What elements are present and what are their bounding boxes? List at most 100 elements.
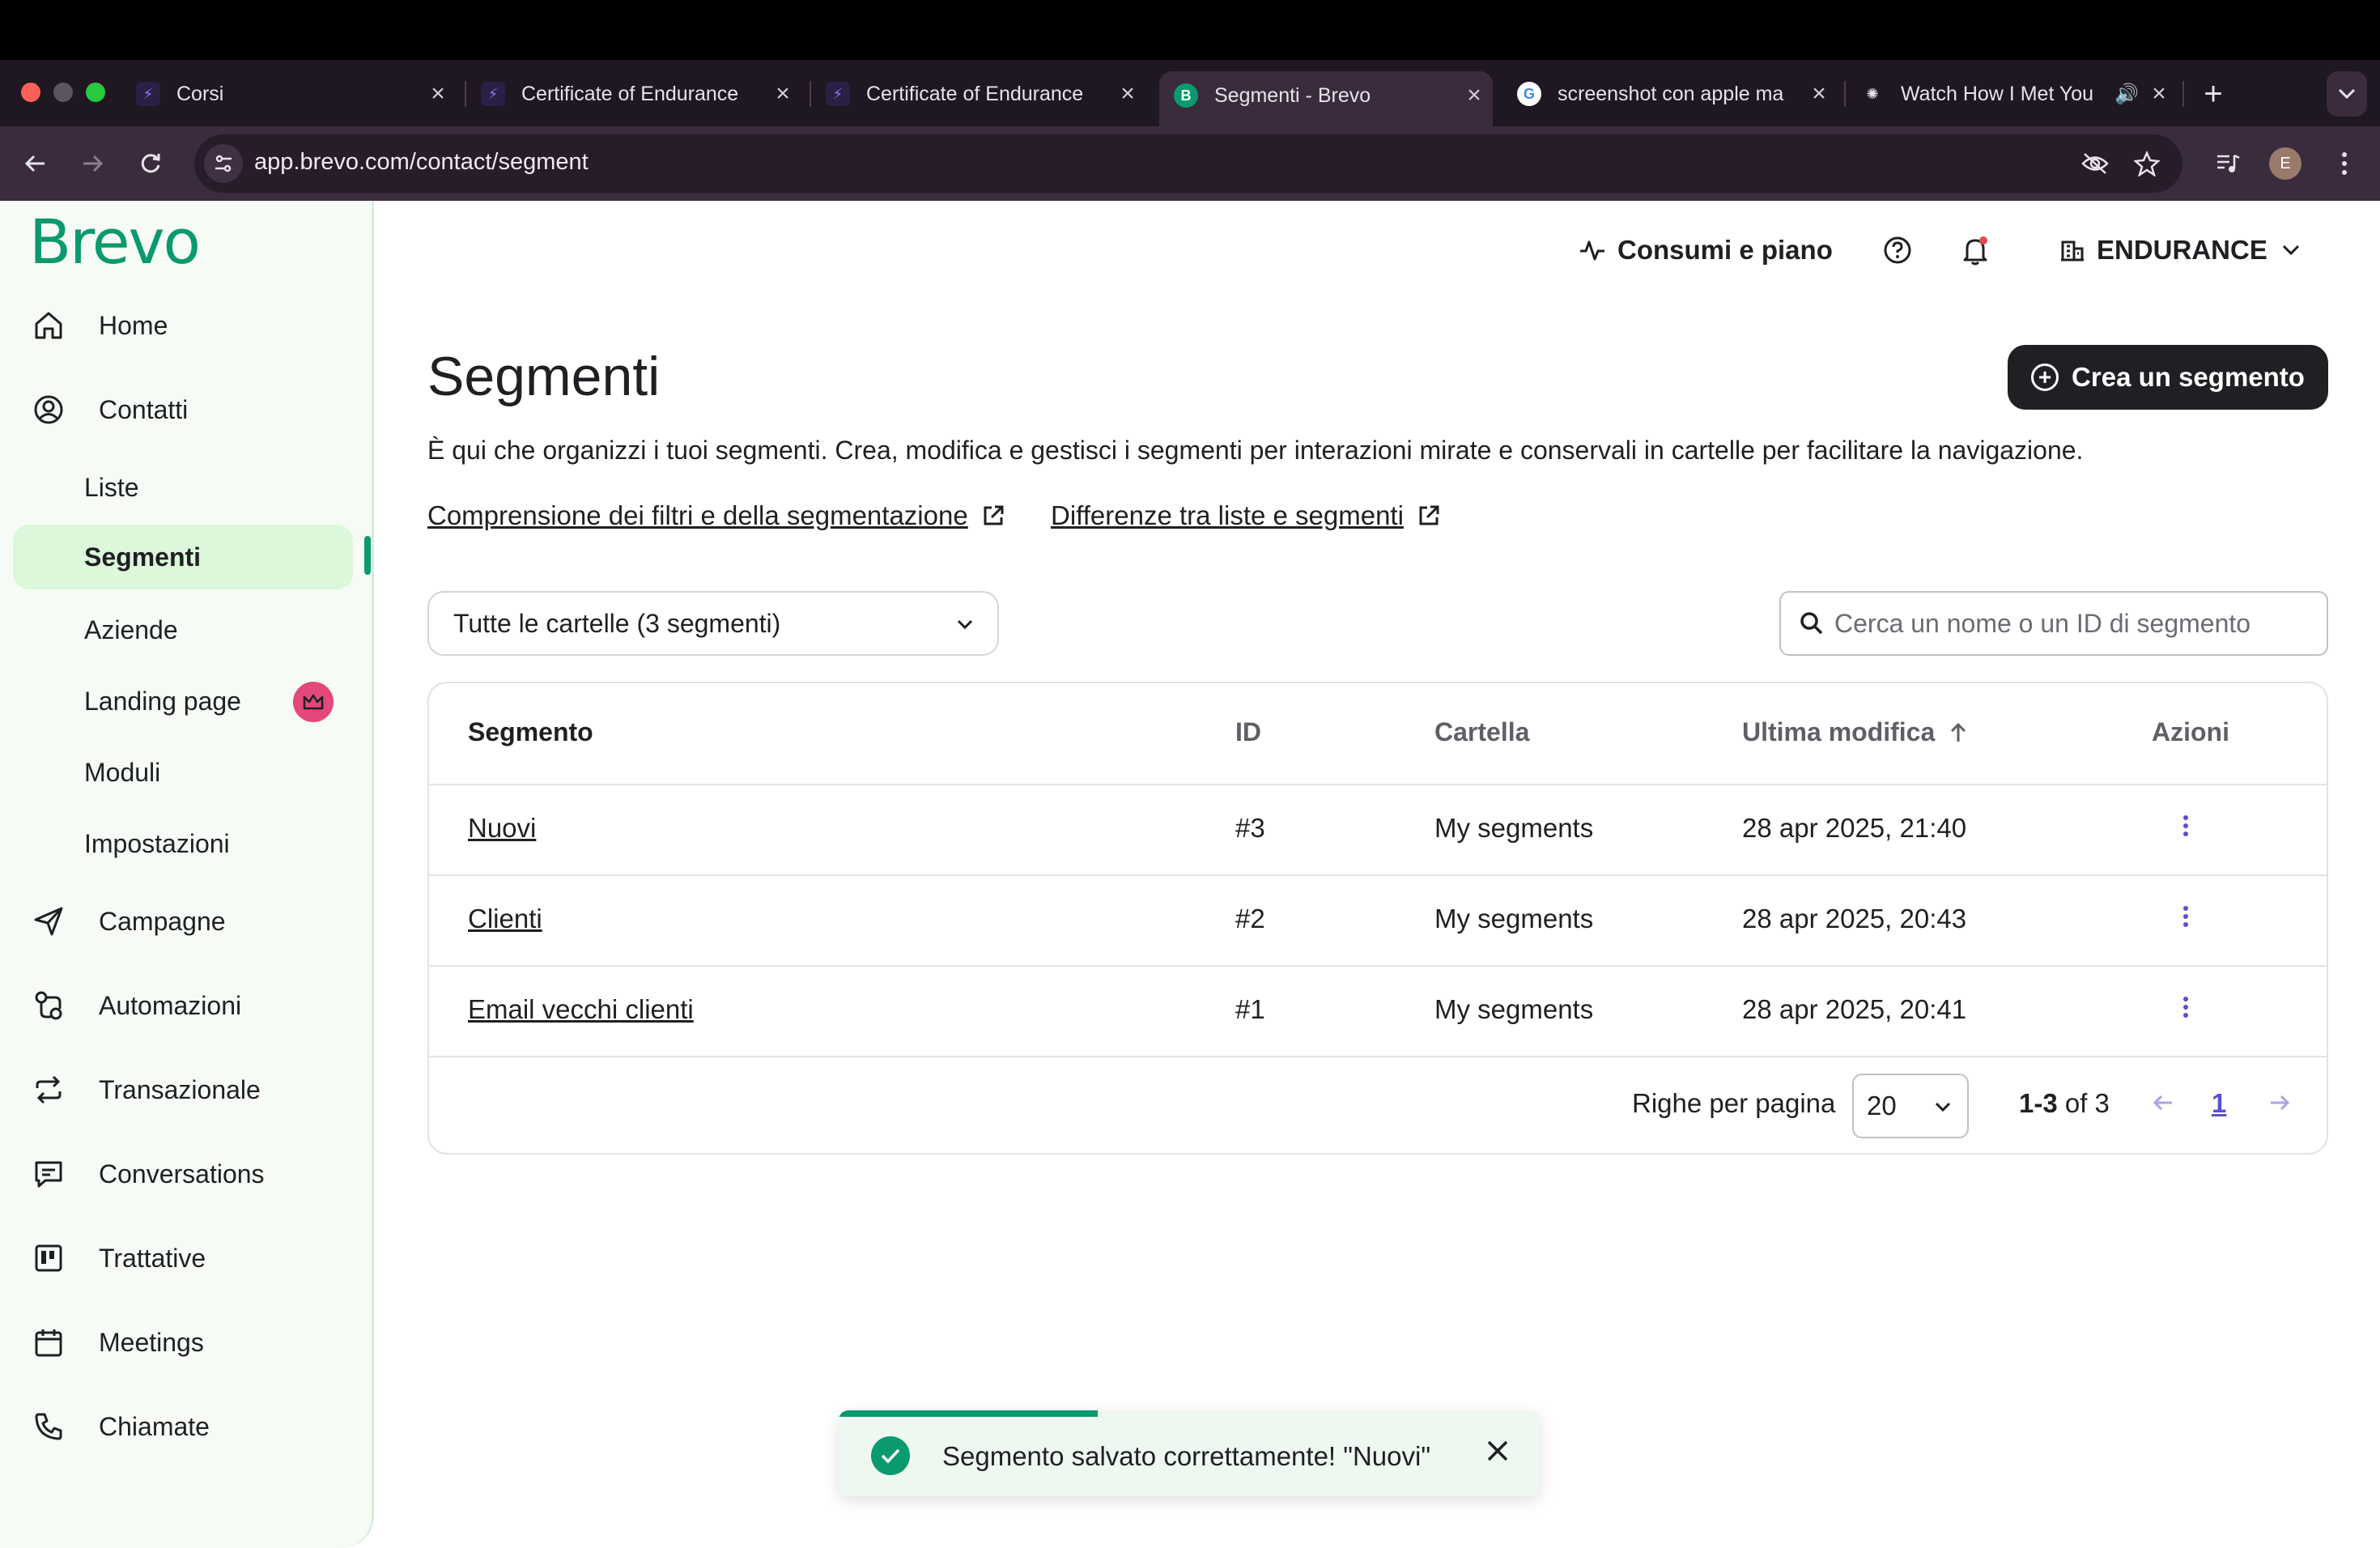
segment-modified: 28 apr 2025, 21:40 xyxy=(1742,813,1967,843)
browser-tab[interactable]: ✺ Watch How I Met You 🔊 × xyxy=(1860,71,2171,117)
sidebar-item-label: Impostazioni xyxy=(84,828,230,858)
segment-name-link[interactable]: Clienti xyxy=(468,904,542,934)
folder-filter-select[interactable]: Tutte le cartelle (3 segmenti) xyxy=(427,591,999,656)
browser-tab[interactable]: ⚡ Certificate of Endurance × xyxy=(826,71,1140,117)
column-header-cartella[interactable]: Cartella xyxy=(1434,717,1529,747)
create-segment-button[interactable]: + Crea un segmento xyxy=(2008,345,2328,410)
sidebar-item-meetings[interactable]: Meetings xyxy=(13,1310,353,1375)
window-minimize-button[interactable] xyxy=(53,83,73,102)
column-header-label: Ultima modifica xyxy=(1742,717,1936,746)
media-controls-icon[interactable] xyxy=(2210,146,2246,181)
sidebar-item-aziende[interactable]: Aziende xyxy=(13,598,353,662)
toast-close-icon[interactable] xyxy=(1478,1431,1517,1470)
tab-close-icon[interactable]: × xyxy=(771,80,795,108)
check-circle-icon xyxy=(871,1436,910,1475)
tab-title: screenshot con apple ma xyxy=(1558,82,1784,105)
new-tab-button[interactable]: + xyxy=(2195,76,2231,112)
chevron-down-icon xyxy=(955,612,975,643)
reload-icon xyxy=(141,154,160,173)
search-icon xyxy=(1797,609,1826,644)
page-number-button[interactable]: 1 xyxy=(2212,1088,2226,1119)
sidebar-item-home[interactable]: Home xyxy=(13,293,353,358)
search-placeholder: Cerca un nome o un ID di segmento xyxy=(1834,608,2251,638)
segments-table: Segmento ID Cartella Ultima modifica Azi… xyxy=(427,682,2328,1155)
kanban-icon xyxy=(31,1240,66,1276)
tab-close-icon[interactable]: × xyxy=(1807,80,1831,108)
user-circle-icon xyxy=(31,392,66,427)
segment-search-input[interactable]: Cerca un nome o un ID di segmento xyxy=(1779,591,2328,656)
sidebar-item-campagne[interactable]: Campagne xyxy=(13,889,353,954)
column-header-ultima-modifica[interactable]: Ultima modifica xyxy=(1742,717,1969,747)
window-zoom-button[interactable] xyxy=(86,83,105,102)
browser-tab[interactable]: ⚡ Corsi × xyxy=(136,71,450,117)
sidebar-item-label: Segmenti xyxy=(84,542,202,572)
next-page-button[interactable] xyxy=(2262,1085,2297,1121)
help-icon xyxy=(1884,236,1911,264)
sidebar-item-label: Campagne xyxy=(99,906,226,936)
sidebar-item-label: Automazioni xyxy=(99,990,242,1020)
automation-icon xyxy=(31,988,66,1023)
account-menu-button[interactable]: ENDURANCE xyxy=(2059,230,2300,270)
tab-separator xyxy=(2182,81,2184,107)
forward-button[interactable] xyxy=(74,146,110,181)
segment-name-link[interactable]: Nuovi xyxy=(468,813,536,844)
link-label: Comprensione dei filtri e della segmenta… xyxy=(427,500,968,530)
home-icon xyxy=(31,308,66,343)
sidebar-item-conversations[interactable]: Conversations xyxy=(13,1142,353,1206)
column-header-segmento[interactable]: Segmento xyxy=(468,717,593,747)
eye-off-icon[interactable] xyxy=(2077,146,2113,181)
tab-close-icon[interactable]: × xyxy=(426,80,450,108)
site-settings-icon[interactable] xyxy=(204,144,243,183)
back-button[interactable] xyxy=(18,146,53,181)
rows-per-page-select[interactable]: 20 xyxy=(1852,1074,1969,1138)
lists-vs-segments-link[interactable]: Differenze tra liste e segmenti xyxy=(1051,500,1441,531)
bookmark-star-icon[interactable] xyxy=(2129,146,2165,181)
sidebar-item-contatti[interactable]: Contatti xyxy=(13,377,353,442)
sidebar-item-label: Home xyxy=(99,310,168,340)
tab-favicon-icon: ⚡ xyxy=(826,82,850,106)
tab-title: Segmenti - Brevo xyxy=(1214,83,1371,107)
tab-close-icon[interactable]: × xyxy=(1116,80,1140,108)
sidebar-item-moduli[interactable]: Moduli xyxy=(13,740,353,805)
row-actions-kebab-icon[interactable] xyxy=(2171,989,2200,1025)
sidebar-item-chiamate[interactable]: Chiamate xyxy=(13,1394,353,1459)
sidebar-item-label: Contatti xyxy=(99,394,189,424)
sidebar-item-automazioni[interactable]: Automazioni xyxy=(13,973,353,1038)
row-actions-kebab-icon[interactable] xyxy=(2171,808,2200,844)
notifications-button[interactable] xyxy=(1961,230,1990,270)
row-divider xyxy=(429,784,2327,785)
filters-help-link[interactable]: Comprensione dei filtri e della segmenta… xyxy=(427,500,1005,531)
help-button[interactable] xyxy=(1883,230,1912,270)
browser-tab[interactable]: G screenshot con apple ma × xyxy=(1517,71,1831,117)
pagination-range: 1-3 of 3 xyxy=(2019,1088,2110,1119)
reload-button[interactable] xyxy=(133,146,168,181)
column-header-id[interactable]: ID xyxy=(1235,717,1261,747)
browser-tab-active[interactable]: B Segmenti - Brevo × xyxy=(1159,71,1493,126)
url-text[interactable]: app.brevo.com/contact/segment xyxy=(254,149,589,176)
segment-name-link[interactable]: Email vecchi clienti xyxy=(468,994,694,1025)
window-close-button[interactable] xyxy=(21,83,40,102)
toast-message: Segmento salvato correttamente! "Nuovi" xyxy=(942,1441,1431,1471)
segment-folder: My segments xyxy=(1434,904,1594,933)
tab-search-button[interactable] xyxy=(2327,71,2367,117)
sidebar-item-liste[interactable]: Liste xyxy=(13,455,353,520)
tab-title: Watch How I Met You xyxy=(1901,82,2094,105)
sidebar-item-segmenti[interactable]: Segmenti xyxy=(13,525,353,589)
brevo-favicon-icon: B xyxy=(1174,83,1198,108)
row-actions-kebab-icon[interactable] xyxy=(2171,899,2200,934)
browser-tab[interactable]: ⚡ Certificate of Endurance × xyxy=(481,71,795,117)
screen-top-bar xyxy=(0,0,2380,60)
tab-favicon-icon: ⚡ xyxy=(136,82,160,106)
browser-menu-icon[interactable] xyxy=(2327,146,2362,181)
sidebar-item-trattative[interactable]: Trattative xyxy=(13,1226,353,1291)
speaker-icon[interactable]: 🔊 xyxy=(2114,83,2139,106)
sidebar-item-transazionale[interactable]: Transazionale xyxy=(13,1057,353,1122)
tab-close-icon[interactable]: × xyxy=(2147,80,2171,108)
sidebar-item-impostazioni[interactable]: Impostazioni xyxy=(13,811,353,876)
sidebar-item-label: Aziende xyxy=(84,615,178,644)
usage-plan-button[interactable]: Consumi e piano xyxy=(1579,230,1833,270)
profile-avatar[interactable]: E xyxy=(2269,147,2301,180)
prev-page-button[interactable] xyxy=(2145,1085,2181,1121)
tab-close-icon[interactable]: × xyxy=(1462,82,1486,109)
brevo-logo[interactable]: Brevo xyxy=(29,206,201,278)
